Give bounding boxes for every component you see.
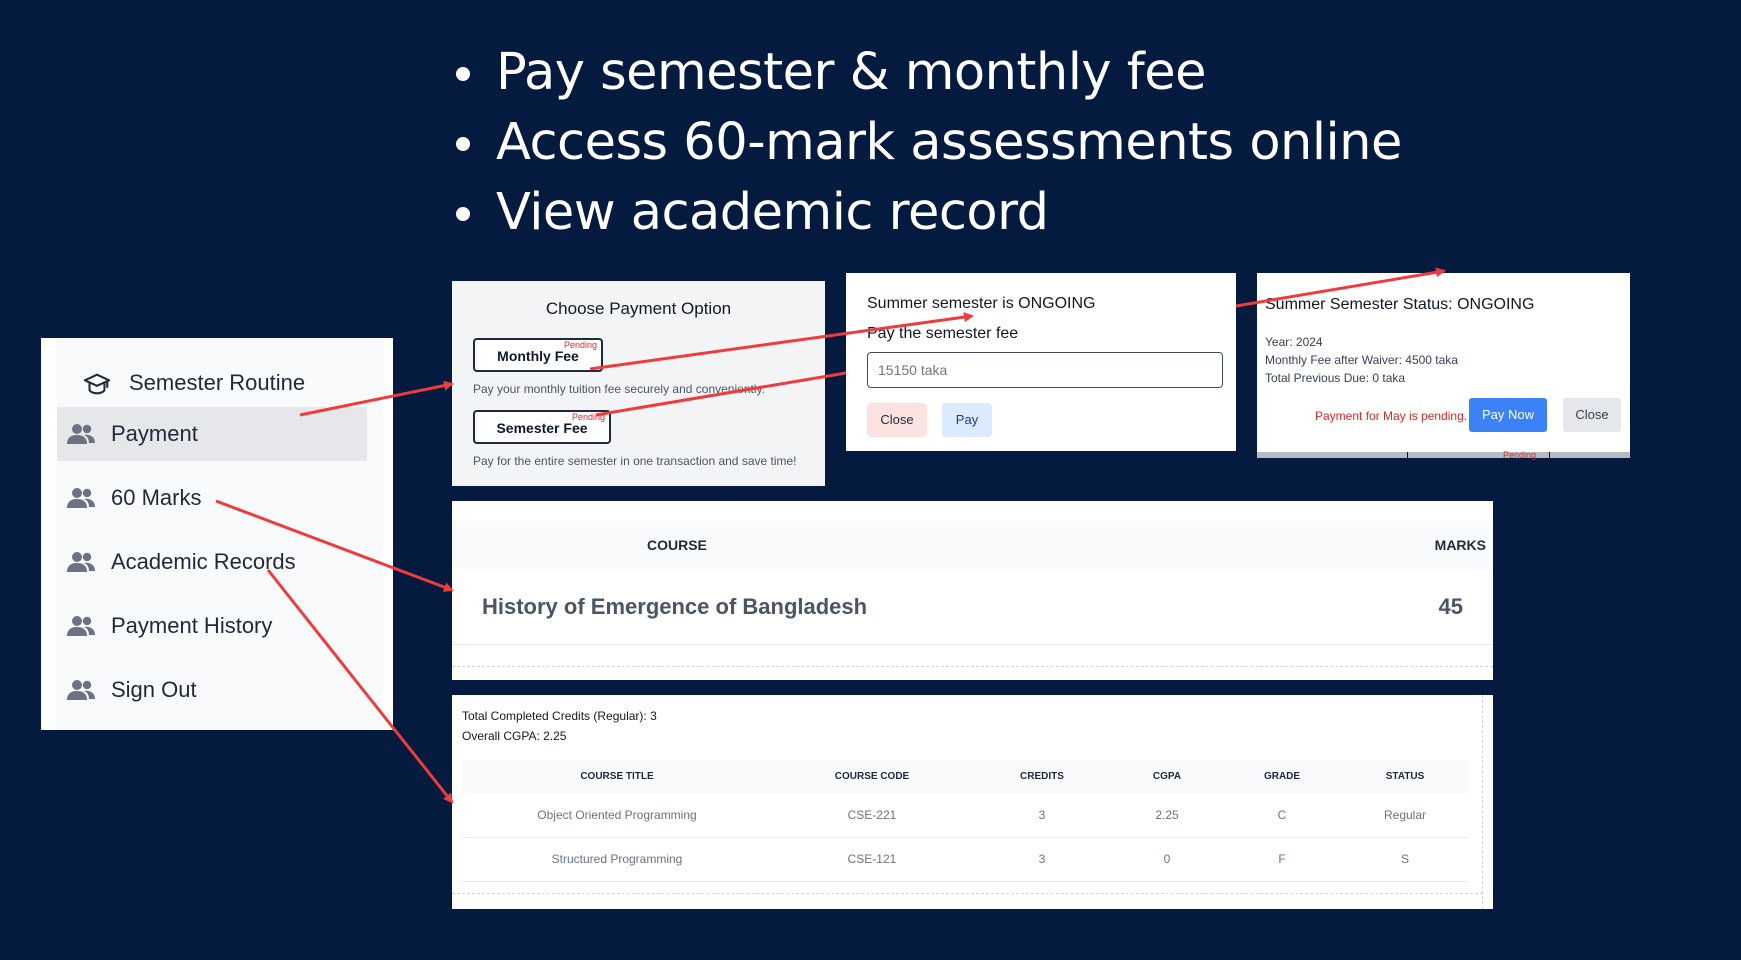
semester-fee-button[interactable]: Semester Fee Pending <box>473 410 611 444</box>
column-header: COURSE TITLE <box>580 771 654 782</box>
table-row: History of Emergence of Bangladesh 45 <box>452 569 1493 645</box>
feature-item: Access 60-mark assessments online <box>452 108 1402 178</box>
sidebar-item-label: Academic Records <box>111 549 296 574</box>
users-icon <box>67 422 95 446</box>
users-icon <box>67 614 95 638</box>
overall-cgpa: Overall CGPA: 2.25 <box>462 729 567 743</box>
users-icon <box>67 486 95 510</box>
previous-due-text: Total Previous Due: 0 taka <box>1265 371 1406 385</box>
sidebar-item-label: Sign Out <box>111 677 197 702</box>
close-button[interactable]: Close <box>867 403 927 437</box>
credits: 3 <box>1038 808 1046 822</box>
monthly-fee-text: Monthly Fee after Waiver: 4500 taka <box>1265 353 1458 367</box>
fee-amount-input[interactable] <box>867 352 1223 388</box>
course-code: CSE-221 <box>847 808 897 822</box>
completed-credits: Total Completed Credits (Regular): 3 <box>462 709 657 723</box>
academic-records-panel: Total Completed Credits (Regular): 3 Ove… <box>452 695 1493 909</box>
semester-status-modal: Summer Semester Status: ONGOING Year: 20… <box>1257 273 1630 460</box>
column-header-marks: MARKS <box>1434 537 1486 553</box>
course-title: Structured Programming <box>551 852 683 866</box>
sidebar-item-label: Payment <box>111 421 198 446</box>
course-title: Object Oriented Programming <box>537 808 697 822</box>
year-text: Year: 2024 <box>1265 335 1323 349</box>
sidebar-item-academic-records[interactable]: Academic Records <box>57 535 367 589</box>
users-icon <box>67 550 95 574</box>
course-name: History of Emergence of Bangladesh <box>482 594 868 619</box>
grade: F <box>1278 852 1286 866</box>
table-header: COURSE MARKS <box>452 521 1493 569</box>
sidebar-item-payment-history[interactable]: Payment History <box>57 599 367 653</box>
divider <box>1549 452 1550 458</box>
sidebar: Semester Routine Payment 60 Marks Academ… <box>41 338 393 730</box>
semester-fee-description: Pay for the entire semester in one trans… <box>473 454 797 468</box>
pending-badge: Pending <box>563 340 597 350</box>
semester-status-heading: Summer semester is ONGOING <box>867 295 1096 312</box>
sidebar-brand[interactable]: Semester Routine <box>57 356 367 410</box>
pending-badge: Pending <box>1503 450 1537 460</box>
table-header: COURSE TITLE COURSE CODE CREDITS CGPA GR… <box>462 760 1468 794</box>
credits: 3 <box>1038 852 1046 866</box>
column-header: CGPA <box>1152 771 1182 782</box>
table-row: Structured Programming CSE-121 3 0 F S <box>462 838 1468 882</box>
pay-now-button[interactable]: Pay Now <box>1469 398 1547 432</box>
sidebar-item-60-marks[interactable]: 60 Marks <box>57 471 367 525</box>
feature-item: View academic record <box>452 178 1402 248</box>
table-row: Object Oriented Programming CSE-221 3 2.… <box>462 794 1468 838</box>
course-marks: 45 <box>1438 594 1463 619</box>
semester-pay-panel: Summer semester is ONGOING Pay the semes… <box>846 273 1236 451</box>
status: S <box>1400 852 1409 866</box>
divider <box>1407 452 1408 458</box>
divider <box>1482 695 1483 909</box>
divider <box>452 666 1493 667</box>
marks-table: COURSE MARKS History of Emergence of Ban… <box>452 501 1493 680</box>
feature-list: Pay semester & monthly fee Access 60-mar… <box>452 38 1402 248</box>
payment-option-panel: Choose Payment Option Monthly Fee Pendin… <box>452 281 825 486</box>
pending-badge: Pending <box>571 412 605 422</box>
status-heading: Summer Semester Status: ONGOING <box>1265 296 1535 313</box>
pay-button[interactable]: Pay <box>942 403 992 437</box>
sidebar-item-sign-out[interactable]: Sign Out <box>57 663 367 717</box>
grade: C <box>1277 808 1287 822</box>
background-table-strip: Pending <box>1257 450 1630 460</box>
sidebar-item-payment[interactable]: Payment <box>57 407 367 461</box>
sidebar-item-label: 60 Marks <box>111 485 202 510</box>
close-button[interactable]: Close <box>1563 398 1621 432</box>
course-code: CSE-121 <box>847 852 897 866</box>
status: Regular <box>1383 808 1427 822</box>
graduation-cap-icon <box>83 371 111 395</box>
users-icon <box>67 678 95 702</box>
column-header: STATUS <box>1385 771 1425 782</box>
records-table: COURSE TITLE COURSE CODE CREDITS CGPA GR… <box>462 760 1468 882</box>
cgpa: 2.25 <box>1155 808 1179 822</box>
pending-message: Payment for May is pending. <box>1315 409 1468 423</box>
divider <box>452 893 1483 894</box>
pay-fee-subheading: Pay the semester fee <box>867 325 1019 342</box>
sidebar-item-label: Payment History <box>111 613 273 638</box>
feature-item: Pay semester & monthly fee <box>452 38 1402 108</box>
column-header: COURSE CODE <box>834 771 910 782</box>
monthly-fee-description: Pay your monthly tuition fee securely an… <box>473 382 765 396</box>
sidebar-brand-label: Semester Routine <box>129 370 306 395</box>
cgpa: 0 <box>1163 852 1171 866</box>
monthly-fee-button[interactable]: Monthly Fee Pending <box>473 338 603 372</box>
column-header: GRADE <box>1263 771 1301 782</box>
panel-title: Choose Payment Option <box>545 299 732 318</box>
column-header: CREDITS <box>1020 771 1064 782</box>
column-header-course: COURSE <box>647 537 707 553</box>
